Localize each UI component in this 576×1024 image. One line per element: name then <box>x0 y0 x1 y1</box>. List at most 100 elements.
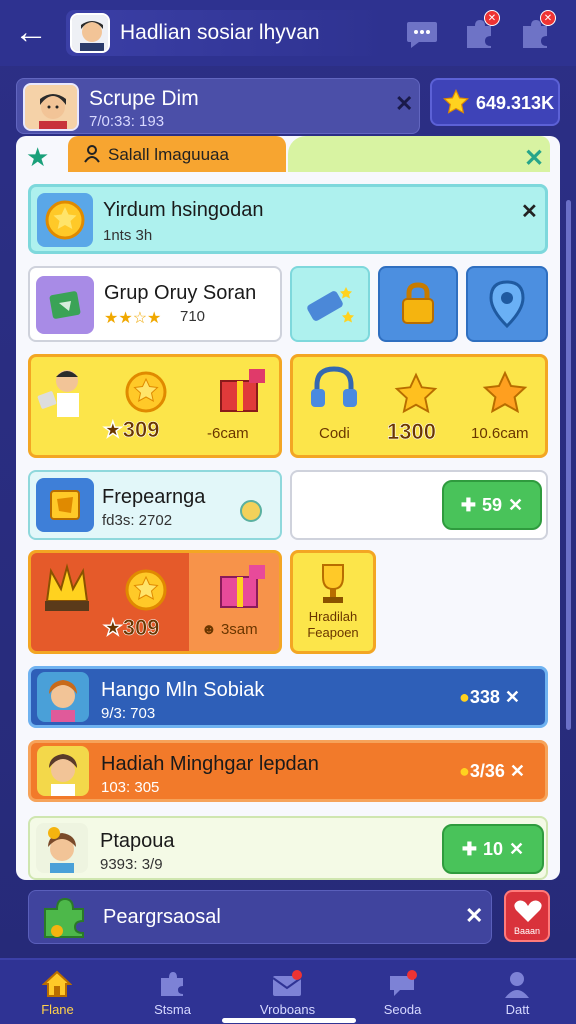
coin-icon <box>125 569 167 611</box>
reward-amount: 1300 <box>387 419 437 445</box>
nav-item-datt[interactable]: Datt <box>460 960 575 1024</box>
coin-icon: ● <box>459 761 470 781</box>
list-item-amount: ●3/36 ✕ <box>459 761 526 781</box>
profile-card[interactable]: Scrupe Dim 7/0:33: 193 ✕ <box>16 78 420 134</box>
trophy-card[interactable]: Hradilah Feapoen <box>290 550 376 654</box>
notification-badge: ✕ <box>540 10 556 26</box>
list-item[interactable]: Hadiah Minghgar lepdan 103: 305 ●3/36 ✕ <box>28 740 548 802</box>
tab-active[interactable]: Salall lmaguuaa <box>68 136 286 172</box>
leaf-icon: ✚ <box>461 838 477 859</box>
chat-bubble-icon[interactable] <box>402 14 442 54</box>
list-item-title: Ptapoua <box>100 830 175 852</box>
location-pin-icon[interactable] <box>466 266 548 342</box>
reward-card-left[interactable]: ★309 -6cam <box>28 354 282 458</box>
nav-label: Datt <box>505 1002 530 1017</box>
list-item-title: Hadiah Minghgar lepdan <box>101 753 319 775</box>
badge-icon <box>240 500 262 522</box>
close-icon: ✕ <box>508 494 524 515</box>
card-subtitle: 1nts 3h <box>103 227 153 244</box>
nav-label: Flane <box>41 1002 74 1017</box>
bottom-banner[interactable]: Peargrsaosal ✕ <box>28 890 492 944</box>
frepe-action-card: ✚ 59 ✕ <box>290 470 548 540</box>
card-title: Grup Oruy Soran <box>104 282 257 304</box>
list-item-subtitle: 9/3: 703 <box>101 705 156 722</box>
trophy-label: Hradilah Feapoen <box>307 609 359 640</box>
group-card[interactable]: Grup Oruy Soran ★★☆★ 710 <box>28 266 282 342</box>
avatar <box>36 823 88 873</box>
avatar <box>37 672 89 722</box>
gift-box-icon <box>220 565 265 608</box>
nav-item-seoda[interactable]: Seoda <box>345 960 460 1024</box>
bottom-nav: Flane Stsma Vroboans Seoda Datt <box>0 958 576 1024</box>
side-action-label: Baaan <box>513 926 541 936</box>
scrollbar[interactable] <box>566 200 571 730</box>
coin-icon <box>125 371 167 413</box>
profile-icon <box>497 968 537 1000</box>
card-subtitle: fd3s: 2702 <box>102 512 173 529</box>
list-item-title: Hango Mln Sobiak <box>101 679 265 701</box>
banner-label: Peargrsaosal <box>103 906 221 928</box>
nav-item-home[interactable]: Flane <box>0 960 115 1024</box>
settings-notification-icon[interactable]: ✕ <box>514 10 556 54</box>
claim-button[interactable]: ✚ 59 ✕ <box>442 480 542 530</box>
home-indicator <box>222 1018 356 1023</box>
back-arrow-icon[interactable]: ← <box>14 15 54 52</box>
card-subtitle: 710 <box>180 308 206 325</box>
ticket-icon <box>36 276 94 334</box>
rating-stars-icon: ★★☆★ <box>104 310 162 327</box>
daily-reward-card[interactable]: Yirdum hsingodan 1nts 3h ✕ <box>28 184 548 254</box>
list-item[interactable]: Hango Mln Sobiak 9/3: 703 ●338 ✕ <box>28 666 548 728</box>
close-icon[interactable]: ✕ <box>521 199 538 224</box>
puzzle-notification-icon[interactable]: ✕ <box>458 10 500 54</box>
reward-card-right[interactable]: Codi 1300 10.6cam <box>290 354 548 458</box>
chat-icon <box>382 968 422 1000</box>
notification-badge: ✕ <box>484 10 500 26</box>
close-icon[interactable]: ✕ <box>524 144 544 173</box>
nav-item-vroboans[interactable]: Vroboans <box>230 960 345 1024</box>
puzzle-icon <box>152 968 192 1000</box>
home-icon <box>37 968 77 1000</box>
list-item-subtitle: 103: 305 <box>101 779 160 796</box>
list-item[interactable]: Ptapoua 9393: 3/9 ✚ 10 ✕ <box>28 816 548 880</box>
coin-balance[interactable]: 649.313K <box>430 78 560 126</box>
nav-label: Vroboans <box>259 1002 316 1017</box>
close-icon[interactable]: ✕ <box>465 903 483 929</box>
tab-bar: ★ Salall lmaguuaa ✕ <box>16 136 560 176</box>
heart-icon <box>514 900 542 922</box>
close-icon: ✕ <box>509 838 525 859</box>
coin-icon: ● <box>459 687 470 707</box>
close-icon[interactable]: ✕ <box>395 91 413 117</box>
key-icon[interactable] <box>290 266 370 342</box>
card-title: Yirdum hsingodan <box>103 199 264 221</box>
reward-label: Codi <box>319 425 350 442</box>
leaf-icon: ✚ <box>460 494 476 515</box>
list-item-subtitle: 9393: 3/9 <box>100 856 163 873</box>
reward-card-orange[interactable]: ★309 ☻ 3sam <box>28 550 282 654</box>
reward-amount: ★309 <box>103 615 160 641</box>
claim-button[interactable]: ✚ 10 ✕ <box>442 824 544 874</box>
reward-amount-secondary: 10.6cam <box>471 425 529 442</box>
user-icon <box>84 145 100 163</box>
puzzle-piece-icon <box>44 897 84 938</box>
profile-stats: 7/0:33: 193 <box>89 113 165 130</box>
trophy-icon <box>322 564 344 603</box>
nav-label: Seoda <box>383 1002 422 1017</box>
frepe-card[interactable]: Frepearnga fd3s: 2702 <box>28 470 282 540</box>
profile-name: Scrupe Dim <box>89 87 199 110</box>
tab-inactive[interactable] <box>288 136 550 172</box>
nav-label: Stsma <box>154 1002 191 1017</box>
crown-icon <box>45 563 89 611</box>
puzzle-box-icon <box>36 478 94 532</box>
nav-item-stsma[interactable]: Stsma <box>115 960 230 1024</box>
reward-amount: ★309 <box>103 417 160 443</box>
avatar[interactable] <box>70 13 110 53</box>
reward-amount-secondary: -6cam <box>207 425 249 442</box>
mail-icon <box>267 968 307 1000</box>
lock-icon[interactable] <box>378 266 458 342</box>
star-icon[interactable]: ★ <box>26 142 49 173</box>
headphones-icon <box>311 366 357 407</box>
side-action-button[interactable]: Baaan <box>504 890 550 942</box>
person-icon <box>37 370 79 417</box>
page-title: Hadlian sosiar lhyvan <box>120 21 320 44</box>
header-title-bar: Hadlian sosiar lhyvan <box>66 10 386 56</box>
